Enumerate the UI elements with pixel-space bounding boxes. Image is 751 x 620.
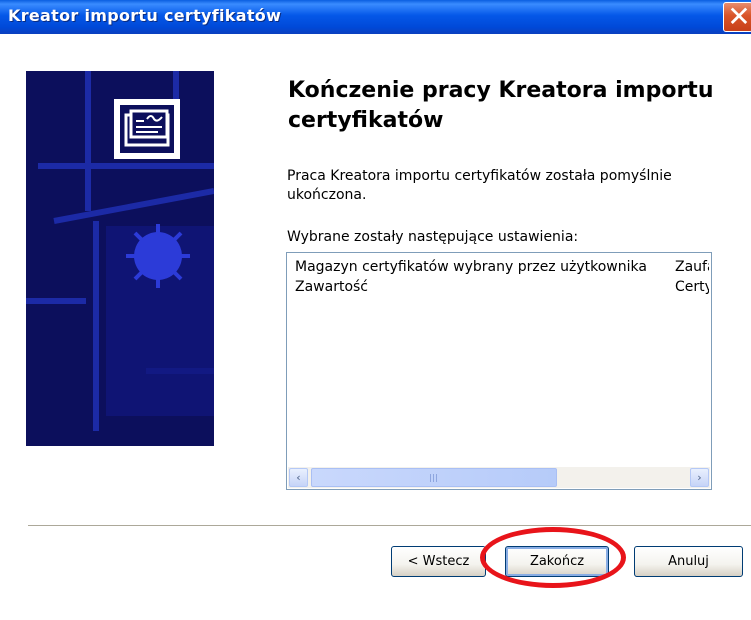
settings-list[interactable]: Magazyn certyfikatów wybrany przez użytk…: [286, 252, 712, 490]
wizard-content: Kończenie pracy Kreatora importu certyfi…: [0, 34, 751, 620]
settings-label: Wybrane zostały następujące ustawienia:: [287, 229, 579, 245]
certificate-icon: [114, 99, 180, 159]
setting-key: Magazyn certyfikatów wybrany przez użytk…: [295, 259, 647, 275]
back-button[interactable]: < Wstecz: [391, 546, 486, 577]
grip-icon: [430, 474, 438, 482]
chevron-right-icon: ›: [697, 471, 702, 484]
close-icon: ✕: [727, 0, 751, 33]
highlight-annotation: [480, 527, 626, 588]
setting-key: Zawartość: [295, 279, 369, 295]
title-bar: Kreator importu certyfikatów ✕: [0, 0, 751, 34]
cancel-button[interactable]: Anuluj: [634, 546, 743, 577]
wizard-side-image: [26, 71, 214, 446]
horizontal-scrollbar[interactable]: ‹ ›: [288, 467, 710, 488]
window-title: Kreator importu certyfikatów: [8, 6, 282, 25]
scrollbar-thumb[interactable]: [311, 468, 557, 487]
chevron-left-icon: ‹: [296, 471, 301, 484]
page-title: Kończenie pracy Kreatora importu certyfi…: [288, 78, 714, 133]
scroll-right-button[interactable]: ›: [690, 468, 709, 487]
scroll-left-button[interactable]: ‹: [289, 468, 308, 487]
close-button[interactable]: ✕: [723, 0, 751, 33]
setting-value: Certyfikat: [675, 279, 709, 295]
completion-description: Praca Kreatora importu certyfikatów zost…: [287, 168, 672, 203]
divider: [28, 525, 751, 527]
setting-value: Zaufane: [675, 259, 709, 275]
